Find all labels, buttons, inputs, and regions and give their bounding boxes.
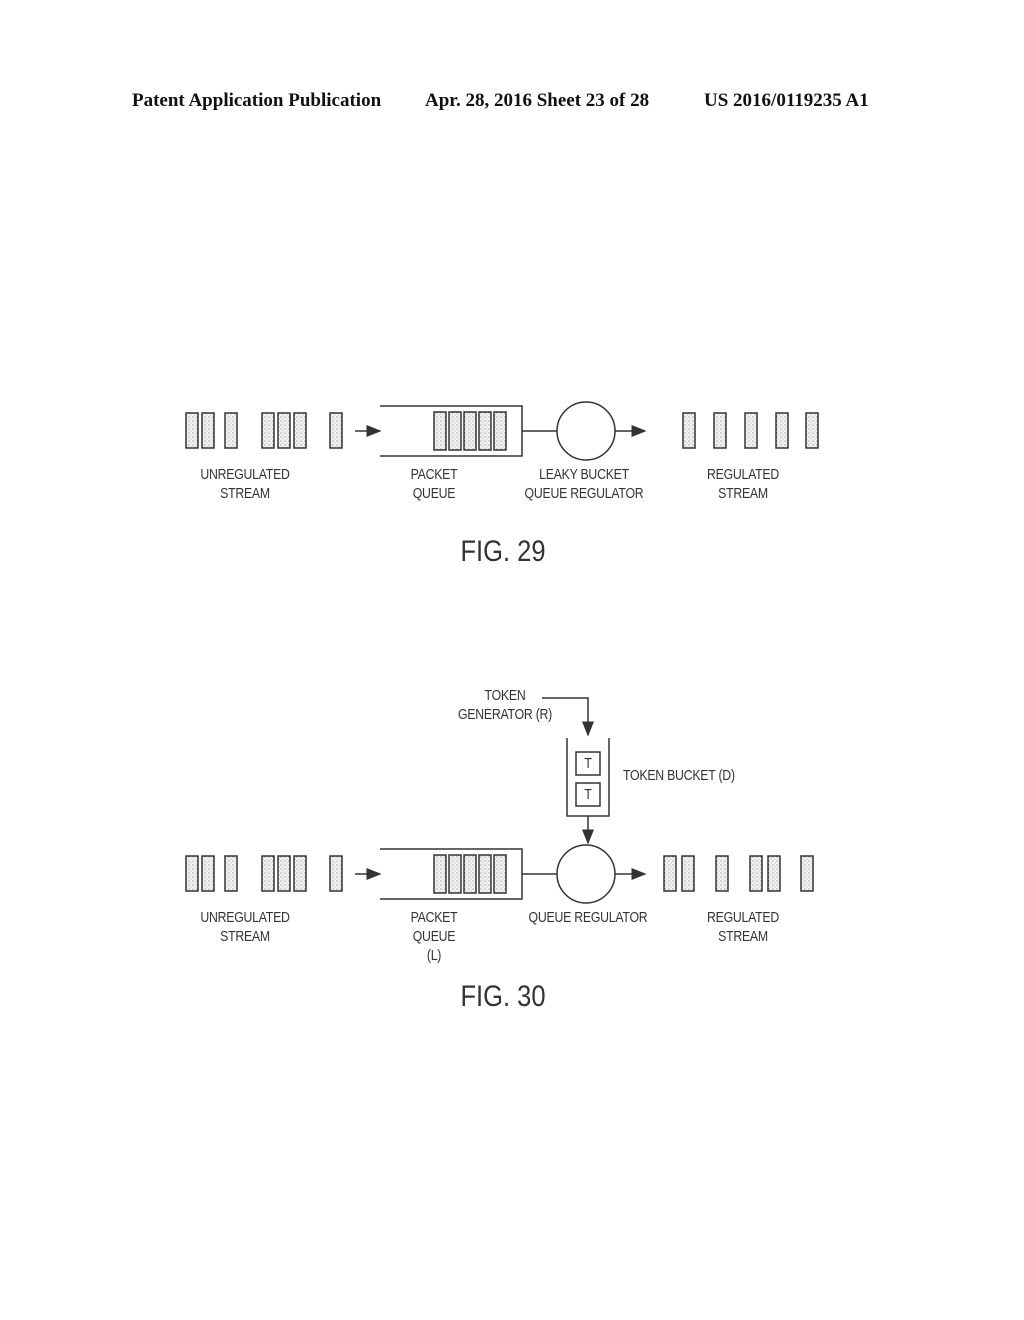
label-line: UNREGULATED	[200, 466, 290, 483]
fig30-diagram	[185, 697, 814, 904]
token-label: T	[584, 755, 592, 772]
packet	[767, 855, 781, 892]
token-bucket-label: TOKEN BUCKET (D)	[623, 767, 735, 784]
fig29-queued-packets	[433, 411, 507, 451]
packet	[224, 855, 238, 892]
packet	[744, 412, 758, 449]
packet	[277, 855, 291, 892]
packet	[224, 412, 238, 449]
packet	[185, 855, 199, 892]
label-line: STREAM	[220, 485, 270, 502]
packet	[713, 412, 727, 449]
label-line: TOKEN	[484, 687, 526, 704]
fig30-regulator-label: QUEUE REGULATOR	[529, 908, 648, 927]
fig29-caption: FIG. 29	[460, 535, 546, 568]
packet	[682, 412, 696, 449]
token-label: T	[584, 786, 592, 803]
packet	[261, 855, 275, 892]
packet	[663, 855, 677, 892]
label-line: STREAM	[220, 928, 270, 945]
label-line: PACKET	[410, 466, 458, 483]
fig30-queued-packets	[433, 854, 507, 894]
fig29-queue-label: PACKET QUEUE	[411, 465, 458, 503]
fig29-regulator-label: LEAKY BUCKET QUEUE REGULATOR	[525, 465, 644, 503]
packet	[775, 412, 789, 449]
packet	[329, 855, 343, 892]
packet	[433, 854, 447, 894]
packet	[261, 412, 275, 449]
token-generator-label: TOKEN GENERATOR (R)	[458, 686, 552, 724]
fig30-regulated-label: REGULATED STREAM	[707, 908, 779, 946]
packet	[329, 412, 343, 449]
fig29-regulated-label: REGULATED STREAM	[707, 465, 779, 503]
fig30-queue-label: PACKET QUEUE (L)	[411, 908, 458, 965]
fig29-unregulated-label: UNREGULATED STREAM	[200, 465, 290, 503]
packet	[681, 855, 695, 892]
label-line: (L)	[426, 947, 442, 964]
diagram-canvas	[185, 401, 819, 904]
queue-regulator	[556, 844, 616, 904]
label-line: LEAKY BUCKET	[539, 466, 629, 483]
packet	[478, 854, 492, 894]
label-line: STREAM	[718, 485, 768, 502]
label-line: QUEUE REGULATOR	[528, 909, 648, 926]
packet	[277, 412, 291, 449]
label-line: QUEUE	[412, 485, 456, 502]
packet	[463, 854, 477, 894]
label-line: GENERATOR (R)	[457, 706, 553, 723]
packet	[448, 854, 462, 894]
packet	[448, 411, 462, 451]
fig30-regulated-stream	[663, 855, 814, 892]
packet	[493, 411, 507, 451]
label-line: PACKET	[410, 909, 458, 926]
fig29-unregulated-stream	[185, 412, 343, 449]
packet	[201, 855, 215, 892]
fig29-regulated-stream	[682, 412, 819, 449]
fig30-unregulated-stream	[185, 855, 343, 892]
packet	[805, 412, 819, 449]
fig30-caption: FIG. 30	[460, 980, 546, 1013]
packet	[800, 855, 814, 892]
packet	[185, 412, 199, 449]
label-line: REGULATED	[706, 909, 780, 926]
packet	[715, 855, 729, 892]
label-line: QUEUE	[412, 928, 456, 945]
label-line: UNREGULATED	[200, 909, 290, 926]
packet	[433, 411, 447, 451]
packet	[493, 854, 507, 894]
label-line: REGULATED	[706, 466, 780, 483]
packet	[478, 411, 492, 451]
packet	[463, 411, 477, 451]
packet	[293, 412, 307, 449]
leaky-bucket-regulator	[556, 401, 616, 461]
fig29-diagram	[185, 401, 819, 461]
packet	[749, 855, 763, 892]
fig30-unregulated-label: UNREGULATED STREAM	[200, 908, 290, 946]
label-line: STREAM	[718, 928, 768, 945]
label-line: QUEUE REGULATOR	[524, 485, 644, 502]
packet	[293, 855, 307, 892]
packet	[201, 412, 215, 449]
